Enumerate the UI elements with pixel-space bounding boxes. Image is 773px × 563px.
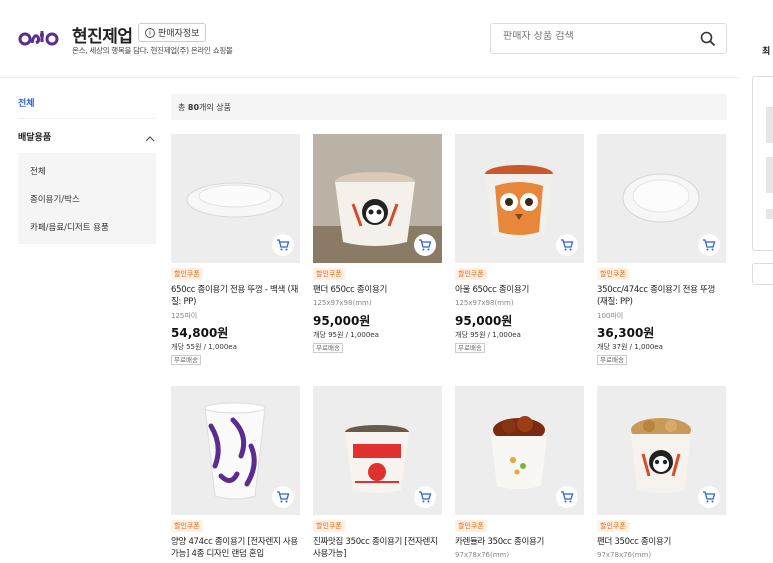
coupon-badge: 할인쿠폰 xyxy=(597,520,629,532)
sidebar-category-delivery[interactable]: 배달용품 xyxy=(18,130,51,143)
product-name[interactable]: 카렌듈라 350cc 종이용기 xyxy=(455,536,584,548)
seller-info-button[interactable]: i 판매자정보 xyxy=(138,23,207,42)
product-image[interactable] xyxy=(597,386,726,515)
product-dimension: 125x97x98(mm) xyxy=(455,299,514,307)
product-dimension: 100파이 xyxy=(597,312,624,320)
store-logo[interactable] xyxy=(18,22,60,52)
product-dimension: 125파이 xyxy=(171,312,198,320)
seller-info-label: 판매자정보 xyxy=(158,29,200,39)
product-image[interactable] xyxy=(171,134,300,263)
unit-price: 개당 55원 / 1,000ea xyxy=(171,343,237,351)
product-name[interactable]: 아울 650cc 종이용기 xyxy=(455,284,584,296)
coupon-badge: 할인쿠폰 xyxy=(171,520,203,532)
product-count: 총 80개의 상품 xyxy=(178,103,232,112)
coupon-badge: 할인쿠폰 xyxy=(597,268,629,280)
unit-price: 개당 95원 / 1,000ea xyxy=(313,331,379,339)
recent-item-thumb[interactable] xyxy=(766,209,773,219)
shipping-badge: 무료배송 xyxy=(455,343,485,353)
product-price: 95,000원 xyxy=(455,314,513,328)
shipping-badge: 무료배송 xyxy=(313,343,343,353)
product-name[interactable]: 양양 474cc 종이용기 [전자렌지 사용가능] 4종 디자인 랜덤 혼입 xyxy=(171,536,300,560)
product-name[interactable]: 팬더 650cc 종이용기 xyxy=(313,284,442,296)
product-name[interactable]: 350cc/474cc 종이용기 전용 뚜껑 (재질: PP) xyxy=(597,284,726,308)
info-icon: i xyxy=(145,27,155,38)
sidebar-subcategory-list: 전체 종이용기/박스 카페/음료/디저트 용품 xyxy=(18,153,156,244)
product-image[interactable] xyxy=(597,134,726,263)
cart-icon[interactable] xyxy=(414,234,436,256)
product-name[interactable]: 팬더 350cc 종이용기 xyxy=(597,536,726,548)
cart-icon[interactable] xyxy=(272,234,294,256)
sidebar-item-all[interactable]: 전체 xyxy=(18,96,35,109)
product-dimension: 97x78x76(mm) xyxy=(455,551,510,559)
shipping-badge: 무료배송 xyxy=(597,355,627,365)
product-image[interactable] xyxy=(455,134,584,263)
product-dimension: 97x78x76(mm) xyxy=(597,551,652,559)
coupon-badge: 할인쿠폰 xyxy=(455,268,487,280)
coupon-badge: 할인쿠폰 xyxy=(313,520,345,532)
product-image[interactable] xyxy=(455,386,584,515)
search-input[interactable] xyxy=(503,31,693,42)
unit-price: 개당 37원 / 1,000ea xyxy=(597,343,663,351)
chevron-up-icon[interactable] xyxy=(145,129,155,148)
cart-icon[interactable] xyxy=(556,486,578,508)
product-price: 95,000원 xyxy=(313,314,371,328)
product-image[interactable] xyxy=(313,386,442,515)
store-header: 현진제업 i 판매자정보 온스, 세상의 행복을 담다. 현진제업(주) 온라인… xyxy=(0,0,740,78)
cart-icon[interactable] xyxy=(698,234,720,256)
recent-item-thumb[interactable] xyxy=(766,157,773,193)
product-image[interactable] xyxy=(171,386,300,515)
logo-icon xyxy=(18,31,59,46)
store-name: 현진제업 xyxy=(72,27,133,47)
recent-viewed-panel xyxy=(752,76,773,251)
product-price: 36,300원 xyxy=(597,326,655,340)
cart-icon[interactable] xyxy=(556,234,578,256)
search-box[interactable] xyxy=(490,23,727,54)
store-description: 온스, 세상의 행복을 담다. 현진제업(주) 온라인 쇼핑몰 xyxy=(72,46,233,55)
shipping-badge: 무료배송 xyxy=(171,355,201,365)
sidebar-divider xyxy=(18,118,156,119)
cart-icon[interactable] xyxy=(272,486,294,508)
cart-icon[interactable] xyxy=(698,486,720,508)
unit-price: 개당 95원 / 1,000ea xyxy=(455,331,521,339)
sidebar-subitem-all[interactable]: 전체 xyxy=(30,165,46,177)
coupon-badge: 할인쿠폰 xyxy=(455,520,487,532)
product-price: 54,800원 xyxy=(171,326,229,340)
cart-icon[interactable] xyxy=(414,486,436,508)
coupon-badge: 할인쿠폰 xyxy=(313,268,345,280)
recent-viewed-title: 최 xyxy=(762,47,771,57)
sidebar-subitem-paper-containers[interactable]: 종이용기/박스 xyxy=(30,193,80,205)
product-count-bar: 총 80개의 상품 xyxy=(171,94,727,120)
coupon-badge: 할인쿠폰 xyxy=(171,268,203,280)
recent-item-thumb[interactable] xyxy=(766,107,773,143)
sidebar-subitem-cafe[interactable]: 카페/음료/디저트 용품 xyxy=(30,221,109,233)
product-name[interactable]: 650cc 종이용기 전용 뚜껑 - 백색 (재질: PP) xyxy=(171,284,300,308)
search-icon[interactable] xyxy=(700,31,716,51)
product-name[interactable]: 진짜맛집 350cc 종이용기 [전자렌지 사용가능] xyxy=(313,536,442,560)
product-dimension: 125x97x98(mm) xyxy=(313,299,372,307)
product-image[interactable] xyxy=(313,134,442,263)
store-page: 현진제업 i 판매자정보 온스, 세상의 행복을 담다. 현진제업(주) 온라인… xyxy=(0,0,773,563)
top-button[interactable] xyxy=(752,263,773,285)
